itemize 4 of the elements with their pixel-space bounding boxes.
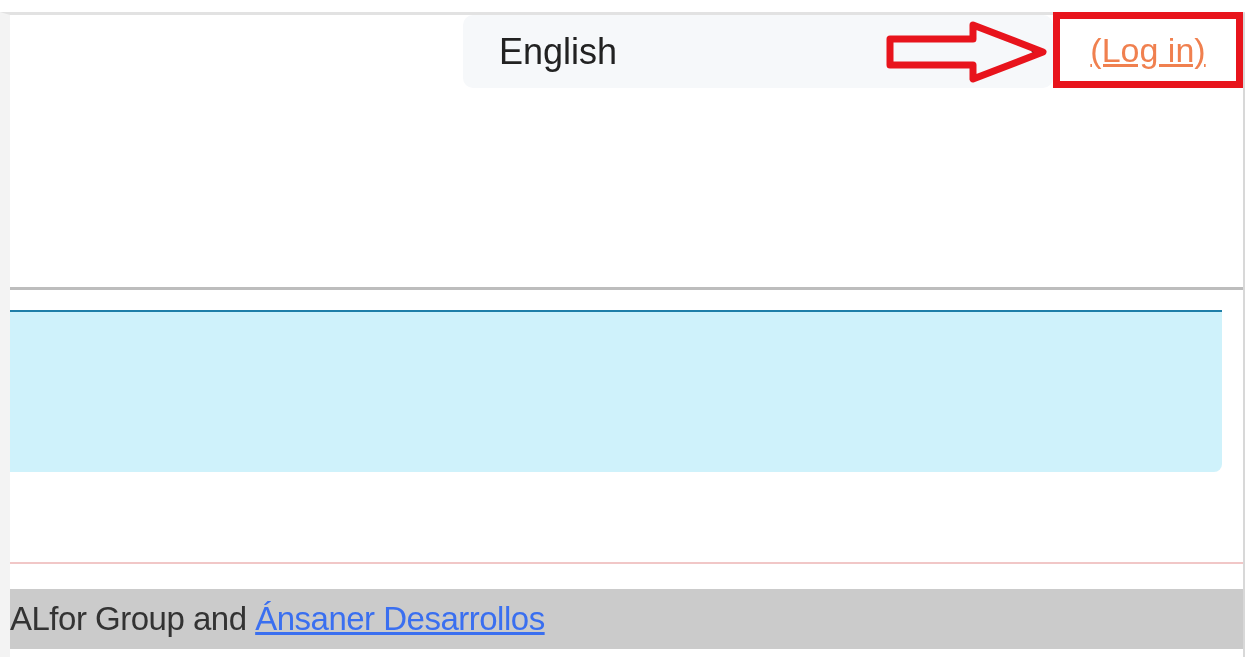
company-link[interactable]: Ánsaner Desarrollos [255,600,545,637]
login-link[interactable]: (Log in) [1090,30,1206,70]
language-label: English [499,30,618,73]
footer-text: ALfor Group and Ánsaner Desarrollos [10,600,545,638]
